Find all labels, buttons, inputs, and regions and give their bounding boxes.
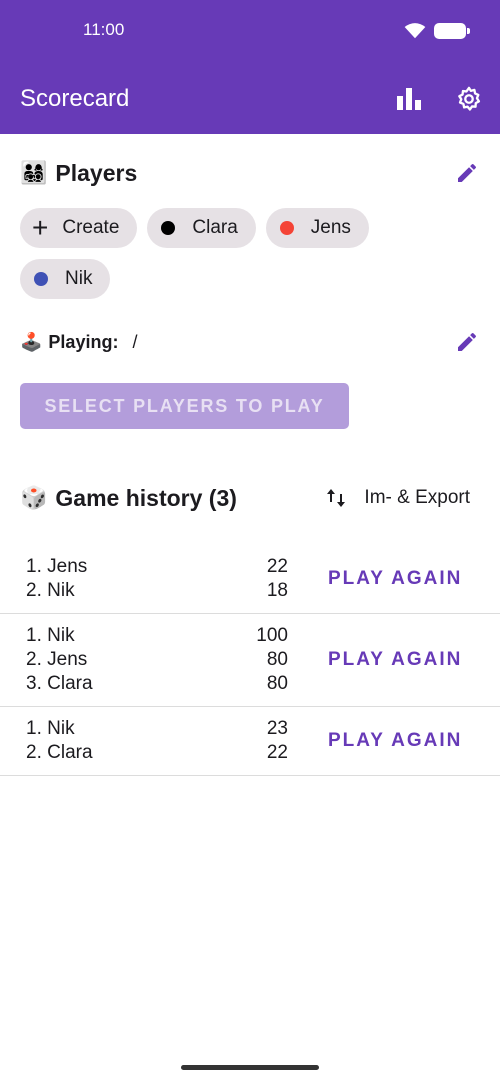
pencil-icon: [458, 163, 477, 182]
app-title: Scorecard: [20, 85, 130, 112]
result-score: 100: [256, 625, 288, 646]
player-color-dot: [161, 221, 176, 235]
player-name: Nik: [65, 268, 93, 289]
result-score: 18: [266, 580, 288, 601]
import-export-button[interactable]: Im- & Export: [326, 487, 470, 509]
joystick-icon: 🕹️: [20, 331, 43, 353]
result-row: 1. Nik 23: [26, 717, 288, 741]
game-history-list: 1. Jens 22 2. Nik 18 PLAY AGAIN 1. Nik 1…: [0, 545, 500, 776]
player-name: Clara: [192, 217, 238, 238]
players-section-header: 👨‍👩‍👧‍👦 Players: [0, 158, 500, 188]
playing-label: Playing:: [48, 331, 119, 352]
result-rank: 2. Jens: [26, 649, 88, 670]
settings-button[interactable]: [454, 84, 484, 114]
result-rank: 1. Nik: [26, 625, 75, 646]
result-score: 80: [266, 649, 288, 670]
game-entry: 1. Nik 23 2. Clara 22 PLAY AGAIN: [0, 707, 500, 776]
result-row: 1. Nik 100: [26, 624, 288, 648]
play-again-button[interactable]: PLAY AGAIN: [328, 649, 462, 671]
edit-players-button[interactable]: [452, 158, 482, 188]
result-score: 22: [266, 742, 288, 763]
app-bar: Scorecard: [0, 64, 500, 134]
pencil-icon: [458, 332, 477, 351]
playing-row: 🕹️ Playing: /: [0, 327, 500, 357]
result-rank: 2. Nik: [26, 580, 75, 601]
player-chip-clara[interactable]: Clara: [147, 208, 256, 248]
status-bar: 11:00: [0, 0, 500, 64]
edit-playing-button[interactable]: [452, 327, 482, 357]
player-color-dot: [279, 221, 294, 235]
player-color-dot: [34, 272, 48, 286]
player-chip-nik[interactable]: Nik: [20, 259, 111, 299]
result-score: 23: [266, 718, 288, 739]
playing-value: /: [132, 331, 138, 352]
game-entry: 1. Nik 100 2. Jens 80 3. Clara 80 PLAY A…: [0, 614, 500, 707]
wifi-icon: [404, 23, 426, 39]
result-rank: 3. Clara: [26, 673, 93, 694]
result-rank: 1. Nik: [26, 718, 75, 739]
result-row: 3. Clara 80: [26, 672, 288, 696]
result-score: 22: [266, 556, 288, 577]
play-again-button[interactable]: PLAY AGAIN: [328, 568, 462, 590]
dice-icon: 🎲: [20, 485, 48, 511]
result-row: 2. Nik 18: [26, 579, 288, 603]
plus-icon: +: [32, 212, 49, 243]
players-heading: Players: [55, 159, 138, 186]
bar-chart-icon: [397, 88, 421, 110]
history-heading: Game history (3): [55, 484, 237, 511]
result-rank: 2. Clara: [26, 742, 93, 763]
player-chips: + Create Clara Jens Nik: [0, 208, 420, 299]
history-section-header: 🎲 Game history (3) Im- & Export: [0, 481, 500, 515]
result-score: 80: [266, 673, 288, 694]
game-entry: 1. Jens 22 2. Nik 18 PLAY AGAIN: [0, 545, 500, 614]
status-time: 11:00: [83, 20, 125, 39]
player-name: Jens: [310, 217, 351, 238]
game-results: 1. Jens 22 2. Nik 18: [26, 555, 288, 603]
create-label: Create: [62, 217, 120, 238]
battery-icon: [434, 23, 470, 39]
game-results: 1. Nik 23 2. Clara 22: [26, 717, 288, 765]
gear-icon: [458, 86, 481, 111]
player-chip-jens[interactable]: Jens: [265, 208, 369, 248]
result-rank: 1. Jens: [26, 556, 88, 577]
result-row: 1. Jens 22: [26, 555, 288, 579]
play-again-button[interactable]: PLAY AGAIN: [328, 730, 462, 752]
swap-vertical-icon: [327, 489, 346, 507]
game-results: 1. Nik 100 2. Jens 80 3. Clara 80: [26, 624, 288, 696]
result-row: 2. Jens 80: [26, 648, 288, 672]
people-icon: 👨‍👩‍👧‍👦: [20, 160, 48, 186]
statistics-button[interactable]: [394, 84, 424, 114]
select-players-button[interactable]: SELECT PLAYERS TO PLAY: [20, 383, 349, 429]
system-icons: [404, 22, 470, 40]
result-row: 2. Clara 22: [26, 741, 288, 765]
create-player-chip[interactable]: + Create: [20, 208, 138, 248]
gesture-navigation-bar[interactable]: [181, 1065, 319, 1070]
import-export-label: Im- & Export: [364, 487, 470, 508]
